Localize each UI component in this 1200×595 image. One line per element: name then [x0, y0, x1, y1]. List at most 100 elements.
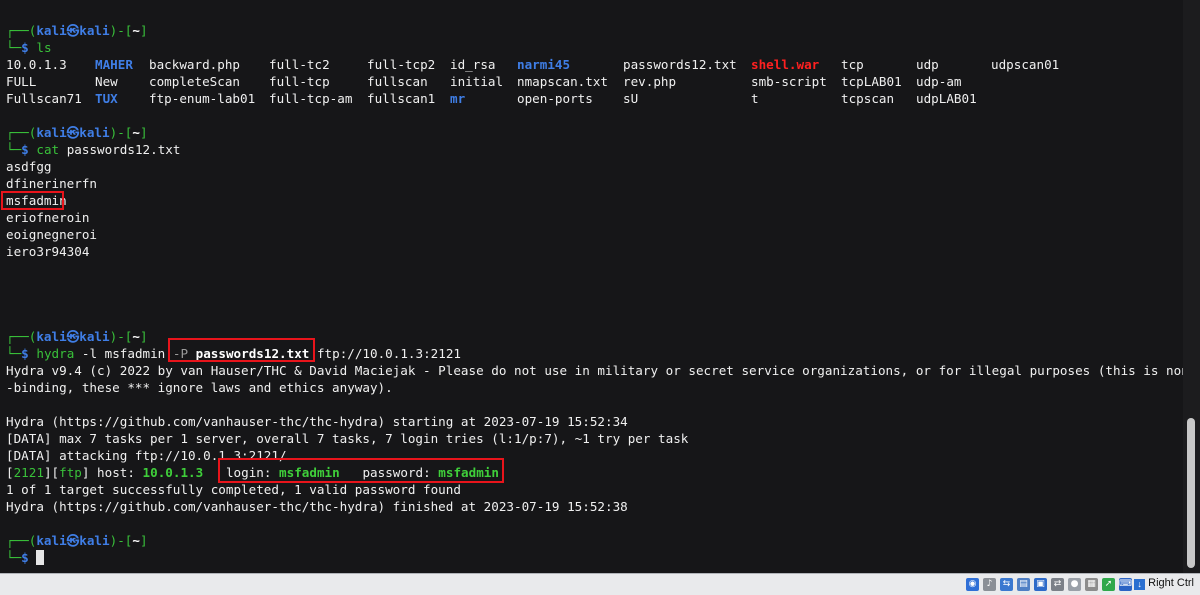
ls-entry: sU — [623, 91, 639, 106]
ls-entry: initial — [450, 74, 504, 89]
text-cursor — [36, 550, 45, 565]
prompt-box-top: ┌──( — [6, 125, 37, 140]
ls-entry: rev.php — [623, 74, 677, 89]
prompt-dollar: $ — [21, 550, 29, 565]
hydra-output-line: [DATA] max 7 tasks per 1 server, overall… — [6, 431, 689, 446]
prompt-line-top: ┌──(kali㉿kali)-[~] — [6, 22, 1183, 39]
prompt-dir: ~ — [132, 533, 140, 548]
ls-output-row: FULL New completeScan full-tcp fullscan initi… — [6, 73, 1183, 90]
scrollbar-thumb[interactable] — [1187, 418, 1195, 568]
audio-icon[interactable]: ♪ — [983, 578, 996, 591]
display-icon[interactable]: ▣ — [1034, 578, 1047, 591]
hydra-result-line: [2121][ftp] host: 10.0.1.3 login: msfadm… — [6, 458, 1183, 483]
ls-entry: tcpLAB01 — [841, 74, 902, 89]
ls-entry: backward.php — [149, 57, 240, 72]
prompt-dir: ~ — [132, 125, 140, 140]
result-host: 10.0.1.3 — [142, 465, 204, 480]
password-line: iero3r94304 — [6, 244, 90, 259]
ls-entry: passwords12.txt — [623, 57, 737, 72]
command-hydra: hydra — [36, 346, 75, 361]
ls-entry: smb-script — [751, 74, 827, 89]
host-key-label: Right Ctrl — [1148, 577, 1194, 589]
host-key-indicator: ↓ Right Ctrl — [1134, 577, 1194, 590]
password-line-highlighted: msfadmin — [1, 191, 1183, 210]
network-icon[interactable]: ⇄ — [1051, 578, 1064, 591]
prompt-line-command: └─$ hydra -l msfadmin -P passwords12.txt… — [6, 338, 1183, 362]
ls-entry: narmi45 — [517, 57, 571, 72]
prompt-sep-end: ] — [139, 533, 148, 548]
prompt-user: kali㉿kali — [36, 329, 110, 344]
hydra-output-line: Hydra (https://github.com/vanhauser-thc/… — [6, 499, 628, 514]
ls-entry: udp-am — [916, 74, 962, 89]
cpu-icon[interactable]: ▦ — [1085, 578, 1098, 591]
keyboard-icon[interactable]: ⌨ — [1119, 578, 1132, 591]
shared-folder-icon[interactable]: ▤ — [1017, 578, 1030, 591]
prompt-sep: )-[ — [109, 533, 133, 548]
prompt-dir: ~ — [132, 329, 140, 344]
prompt-box-bottom: └─ — [6, 346, 22, 361]
prompt-sep: )-[ — [109, 329, 133, 344]
ls-entry: tcpscan — [841, 91, 895, 106]
prompt-user: kali㉿kali — [36, 125, 110, 140]
prompt-user: kali㉿kali — [36, 23, 110, 38]
prompt-line-top: ┌──(kali㉿kali)-[~] — [6, 124, 1183, 141]
prompt-user: kali㉿kali — [36, 533, 110, 548]
host-key-icon: ↓ — [1134, 579, 1146, 590]
hydra-output-line: [DATA] attacking ftp://10.0.1.3:2121/ — [6, 448, 287, 463]
prompt-sep: )-[ — [109, 23, 133, 38]
prompt-sep: )-[ — [109, 125, 133, 140]
mouse-integration-icon[interactable]: ➚ — [1102, 578, 1115, 591]
prompt-line-top: ┌──(kali㉿kali)-[~] — [6, 532, 1183, 549]
status-icons: ◉ ♪ ⇆ ▤ ▣ ⇄ ● ▦ ➚ ⌨ — [966, 578, 1132, 591]
highlight-box — [218, 458, 504, 483]
ls-entry: full-tcp-am — [269, 91, 353, 106]
hydra-output-line: 1 of 1 target successfully completed, 1 … — [6, 482, 461, 497]
prompt-dollar: $ — [21, 142, 29, 157]
ls-entry: nmapscan.txt — [517, 74, 608, 89]
terminal-output: ┌──(kali㉿kali)-[~] └─$ ls 10.0.1.3 MAHER b… — [1, 22, 1183, 566]
terminal-window[interactable]: ┌──(kali㉿kali)-[~] └─$ ls 10.0.1.3 MAHER b… — [0, 0, 1183, 573]
ls-entry: shell.war — [751, 57, 820, 72]
highlight-box — [1, 191, 64, 210]
command-hydra-target: ftp://10.0.1.3:2121 — [309, 346, 462, 361]
recording-icon[interactable]: ● — [1068, 578, 1081, 591]
prompt-box-top: ┌──( — [6, 329, 37, 344]
ls-entry: fullscan1 — [367, 91, 436, 106]
ls-entry: FULL — [6, 74, 37, 89]
optical-drive-icon[interactable]: ◉ — [966, 578, 979, 591]
ls-entry: TUX — [95, 91, 118, 106]
prompt-box-bottom: └─ — [6, 40, 22, 55]
command-ls: ls — [36, 40, 52, 55]
prompt-line-input[interactable]: └─$ — [6, 549, 1183, 566]
prompt-dollar: $ — [21, 40, 29, 55]
ls-entry: 10.0.1.3 — [6, 57, 67, 72]
hydra-output-line: Hydra (https://github.com/vanhauser-thc/… — [6, 414, 628, 429]
prompt-line-command: └─$ ls — [6, 39, 1183, 56]
ls-entry: full-tcp2 — [367, 57, 436, 72]
prompt-dir: ~ — [132, 23, 140, 38]
prompt-sep-end: ] — [139, 125, 148, 140]
ls-entry: full-tc2 — [269, 57, 330, 72]
ls-entry: full-tcp — [269, 74, 330, 89]
prompt-line-command: └─$ cat passwords12.txt — [6, 141, 1183, 158]
ls-entry: New — [95, 74, 118, 89]
prompt-sep-end: ] — [139, 23, 148, 38]
highlight-box — [168, 338, 315, 362]
ls-entry: udpLAB01 — [916, 91, 977, 106]
ls-entry: id_rsa — [450, 57, 496, 72]
ls-entry: tcp — [841, 57, 864, 72]
result-protocol: ftp — [59, 465, 82, 480]
ls-entry: udp — [916, 57, 939, 72]
prompt-dollar: $ — [21, 346, 29, 361]
ls-entry: completeScan — [149, 74, 240, 89]
ls-entry: Fullscan71 — [6, 91, 82, 106]
password-line: dfinerinerfn — [6, 176, 97, 191]
usb-icon[interactable]: ⇆ — [1000, 578, 1013, 591]
ls-output-row: 10.0.1.3 MAHER backward.php full-tc2 full-tc… — [6, 56, 1183, 73]
command-hydra-login-arg: -l msfadmin — [74, 346, 173, 361]
